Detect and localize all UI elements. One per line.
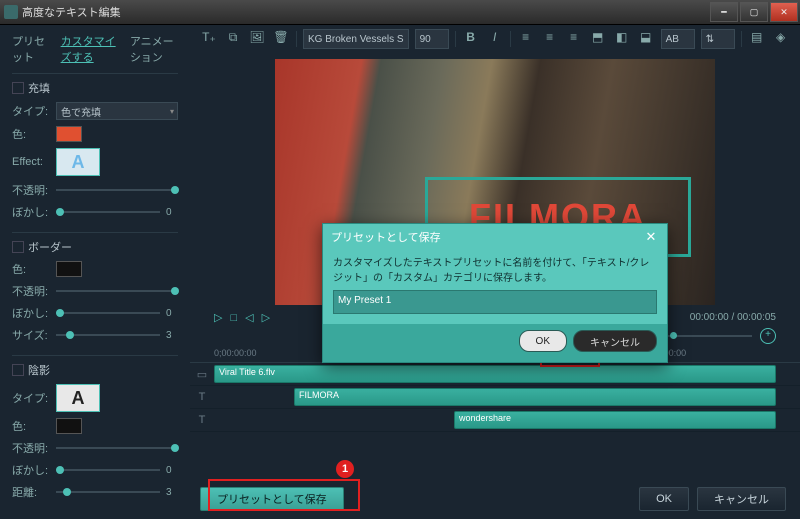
tab-preset[interactable]: プリセット [12, 33, 47, 65]
delete-icon[interactable]: 🗑 [272, 30, 290, 48]
fill-checkbox[interactable] [12, 82, 24, 94]
minimize-button[interactable]: ━ [710, 2, 738, 22]
fill-opacity-label: 不透明: [12, 182, 56, 198]
layers-icon[interactable]: ◈ [772, 30, 790, 48]
fill-effect-label: Effect: [12, 156, 56, 168]
dialog-title: プリセットとして保存 [331, 229, 441, 245]
stop-icon[interactable]: □ [230, 312, 237, 324]
shadow-blur-label: ぼかし: [12, 462, 56, 478]
shadow-dist-slider[interactable] [63, 488, 71, 496]
tab-customize[interactable]: カスタマイズする [61, 33, 116, 65]
image-icon[interactable]: 🖼 [248, 30, 266, 48]
font-select[interactable]: KG Broken Vessels S [303, 29, 409, 49]
next-frame-icon[interactable]: ▷ [262, 311, 270, 324]
lineheight-select[interactable]: ⇅ [701, 29, 735, 49]
crop-icon[interactable]: ⧉ [224, 30, 242, 48]
border-color-label: 色: [12, 261, 56, 277]
shadow-color-swatch[interactable] [56, 418, 82, 434]
annotation-box-1 [208, 479, 360, 511]
fill-color-swatch[interactable] [56, 126, 82, 142]
border-blur-slider[interactable] [56, 309, 64, 317]
border-blur-label: ぼかし: [12, 305, 56, 321]
preset-name-input[interactable]: My Preset 1 [333, 290, 657, 314]
border-color-swatch[interactable] [56, 261, 82, 277]
fill-type-select[interactable]: 色で充填 [56, 102, 178, 120]
dialog-cancel-button[interactable]: キャンセル [573, 330, 657, 352]
arrange-icon[interactable]: ▤ [748, 30, 766, 48]
app-icon [4, 5, 18, 19]
add-text-icon[interactable]: T₊ [200, 30, 218, 48]
zoom-slider[interactable] [662, 335, 752, 337]
shadow-dist-label: 距離: [12, 484, 56, 500]
italic-icon[interactable]: I [486, 30, 504, 48]
annotation-badge-1: 1 [336, 460, 354, 478]
sidebar: プリセット カスタマイズする アニメーション 充填 タイプ:色で充填 色: Ef… [0, 25, 190, 519]
border-opacity-label: 不透明: [12, 283, 56, 299]
align-center-icon[interactable]: ≡ [541, 30, 559, 48]
save-preset-dialog: プリセットとして保存 ✕ カスタマイズしたテキストプリセットに名前を付けて、「テキ… [322, 223, 668, 363]
valign-top-icon[interactable]: ⬒ [589, 30, 607, 48]
fill-effect-preview[interactable]: A [56, 148, 100, 176]
shadow-opacity-slider[interactable] [171, 444, 179, 452]
shadow-color-label: 色: [12, 418, 56, 434]
border-checkbox[interactable] [12, 241, 24, 253]
shadow-checkbox[interactable] [12, 364, 24, 376]
border-size-label: サイズ: [12, 327, 56, 343]
fill-blur-slider[interactable] [56, 208, 64, 216]
prev-frame-icon[interactable]: ◁ [245, 311, 253, 324]
close-button[interactable]: ✕ [770, 2, 798, 22]
dialog-close-icon[interactable]: ✕ [643, 229, 659, 245]
zoom-in-icon[interactable]: + [760, 328, 776, 344]
shadow-header: 陰影 [28, 362, 50, 378]
fill-blur-label: ぼかし: [12, 204, 56, 220]
footer-ok-button[interactable]: OK [639, 487, 689, 511]
window-title: 高度なテキスト編集 [22, 4, 710, 20]
dialog-message: カスタマイズしたテキストプリセットに名前を付けて、「テキスト/クレジット」の「カ… [333, 256, 657, 286]
font-size-select[interactable]: 90 [415, 29, 449, 49]
shadow-type-preview[interactable]: A [56, 384, 100, 412]
clip-text2[interactable]: wondershare [454, 411, 776, 429]
shadow-type-label: タイプ: [12, 390, 56, 406]
maximize-button[interactable]: ▢ [740, 2, 768, 22]
text-toolbar: T₊ ⧉ 🖼 🗑 KG Broken Vessels S 90 B I ≡ ≡ … [190, 25, 800, 53]
border-opacity-slider[interactable] [171, 287, 179, 295]
fill-opacity-slider[interactable] [171, 186, 179, 194]
spacing-select[interactable]: AB [661, 29, 695, 49]
track-text2-icon: T [190, 414, 214, 426]
valign-mid-icon[interactable]: ◧ [613, 30, 631, 48]
align-left-icon[interactable]: ≡ [517, 30, 535, 48]
align-right-icon[interactable]: ≡ [565, 30, 583, 48]
border-header: ボーダー [28, 239, 72, 255]
border-size-slider[interactable] [66, 331, 74, 339]
tab-animation[interactable]: アニメーション [130, 33, 178, 65]
track-text1-icon: T [190, 391, 214, 403]
time-current: 00:00:00 [690, 312, 729, 323]
fill-type-label: タイプ: [12, 103, 56, 119]
track-video-icon: ▭ [190, 368, 214, 381]
valign-bot-icon[interactable]: ⬓ [637, 30, 655, 48]
titlebar: 高度なテキスト編集 ━ ▢ ✕ [0, 0, 800, 25]
shadow-blur-slider[interactable] [56, 466, 64, 474]
footer-cancel-button[interactable]: キャンセル [697, 487, 786, 511]
bold-icon[interactable]: B [462, 30, 480, 48]
shadow-opacity-label: 不透明: [12, 440, 56, 456]
clip-text1[interactable]: FILMORA [294, 388, 776, 406]
clip-video[interactable]: Viral Title 6.flv [214, 365, 776, 383]
dialog-ok-button[interactable]: OK [519, 330, 567, 352]
time-total: 00:00:05 [737, 312, 776, 323]
fill-color-label: 色: [12, 126, 56, 142]
play-icon[interactable]: ▷ [214, 311, 222, 324]
fill-header: 充填 [28, 80, 50, 96]
